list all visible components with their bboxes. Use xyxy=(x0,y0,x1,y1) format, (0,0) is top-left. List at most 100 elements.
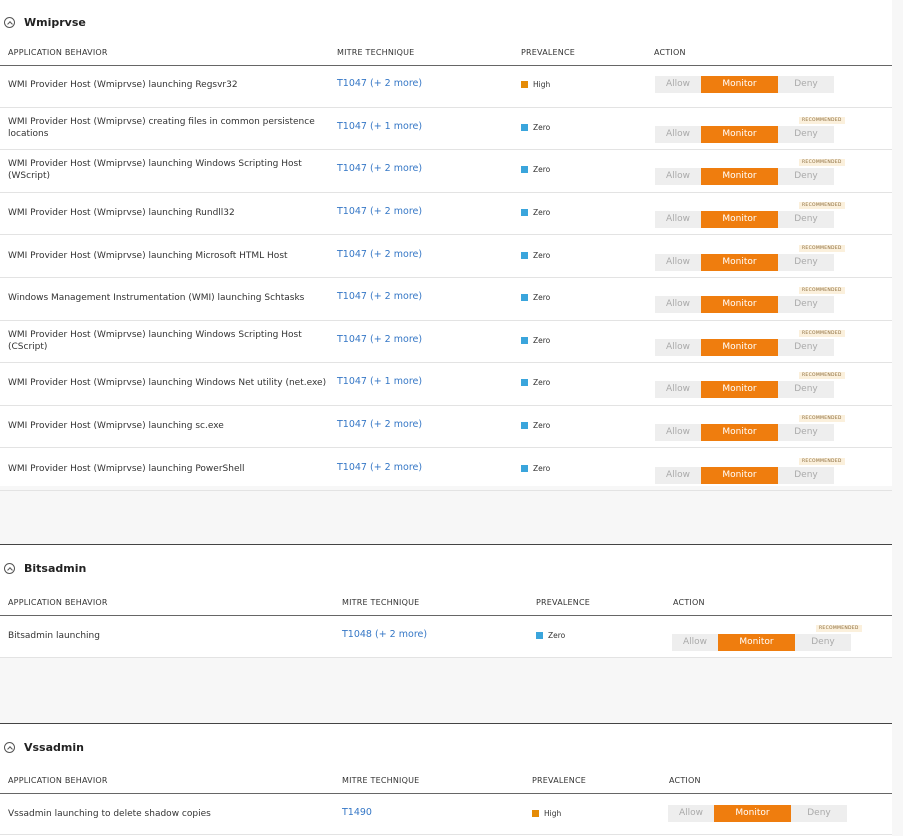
mitre-technique-link[interactable]: T1047 (+ 2 more) xyxy=(337,249,422,260)
action-segmented-control[interactable]: Allow Monitor Deny xyxy=(655,168,834,186)
mitre-technique-link[interactable]: T1048 (+ 2 more) xyxy=(342,629,427,640)
column-header-action[interactable]: ACTION xyxy=(673,598,705,607)
monitor-button[interactable]: Monitor xyxy=(701,76,778,94)
monitor-button[interactable]: Monitor xyxy=(701,125,778,143)
section-title[interactable]: Bitsadmin xyxy=(0,556,86,580)
section-divider xyxy=(0,723,892,724)
table-row: WMI Provider Host (Wmiprvse) launching W… xyxy=(0,320,892,364)
table-header: APPLICATION BEHAVIOR MITRE TECHNIQUE PREVA… xyxy=(0,767,892,794)
action-segmented-control[interactable]: Allow Monitor Deny xyxy=(655,125,834,143)
deny-button[interactable]: Deny xyxy=(795,633,851,651)
prevalence-indicator: High xyxy=(521,80,550,89)
monitor-button[interactable]: Monitor xyxy=(714,805,791,822)
monitor-button[interactable]: Monitor xyxy=(701,338,778,356)
section-title[interactable]: Wmiprvse xyxy=(0,10,86,34)
mitre-technique-link[interactable]: T1047 (+ 2 more) xyxy=(337,206,422,217)
action-segmented-control[interactable]: Allow Monitor Deny xyxy=(655,466,834,484)
behavior-text: Vssadmin launching to delete shadow copi… xyxy=(8,809,211,819)
monitor-button[interactable]: Monitor xyxy=(701,424,778,442)
deny-button[interactable]: Deny xyxy=(778,253,834,271)
allow-button[interactable]: Allow xyxy=(655,296,701,314)
allow-button[interactable]: Allow xyxy=(655,253,701,271)
column-header-action[interactable]: ACTION xyxy=(669,776,701,785)
prevalence-swatch xyxy=(521,422,528,430)
monitor-button[interactable]: Monitor xyxy=(701,466,778,484)
mitre-technique-link[interactable]: T1490 xyxy=(342,807,372,818)
allow-button[interactable]: Allow xyxy=(655,125,701,143)
column-header-behavior[interactable]: APPLICATION BEHAVIOR xyxy=(8,776,108,785)
column-header-behavior[interactable]: APPLICATION BEHAVIOR xyxy=(8,48,108,57)
allow-button[interactable]: Allow xyxy=(655,381,701,399)
action-segmented-control[interactable]: Allow Monitor Deny xyxy=(668,805,847,822)
deny-button[interactable]: Deny xyxy=(778,296,834,314)
deny-button[interactable]: Deny xyxy=(778,424,834,442)
deny-button[interactable]: Deny xyxy=(778,466,834,484)
action-segmented-control[interactable]: Allow Monitor Deny xyxy=(655,424,834,442)
monitor-button[interactable]: Monitor xyxy=(718,633,795,651)
prevalence-indicator: Zero xyxy=(521,378,550,387)
prevalence-swatch xyxy=(521,209,528,217)
recommended-badge: RECOMMENDED xyxy=(799,202,845,210)
column-header-prevalence[interactable]: PREVALENCE xyxy=(536,598,590,607)
allow-button[interactable]: Allow xyxy=(655,424,701,442)
mitre-technique-link[interactable]: T1047 (+ 2 more) xyxy=(337,334,422,345)
mitre-technique-link[interactable]: T1047 (+ 1 more) xyxy=(337,376,422,387)
allow-button[interactable]: Allow xyxy=(655,338,701,356)
column-header-mitre[interactable]: MITRE TECHNIQUE xyxy=(342,598,419,607)
prevalence-label: High xyxy=(533,80,551,90)
table-row: WMI Provider Host (Wmiprvse) launching P… xyxy=(0,447,892,491)
action-segmented-control[interactable]: Allow Monitor Deny xyxy=(655,296,834,314)
prevalence-label: Zero xyxy=(533,250,551,260)
prevalence-indicator: Zero xyxy=(521,123,550,132)
mitre-technique-link[interactable]: T1047 (+ 1 more) xyxy=(337,121,422,132)
allow-button[interactable]: Allow xyxy=(655,466,701,484)
action-segmented-control[interactable]: Allow Monitor Deny xyxy=(655,338,834,356)
section-divider xyxy=(0,544,892,545)
monitor-button[interactable]: Monitor xyxy=(701,381,778,399)
deny-button[interactable]: Deny xyxy=(791,805,847,822)
monitor-button[interactable]: Monitor xyxy=(701,296,778,314)
prevalence-swatch xyxy=(521,294,528,302)
deny-button[interactable]: Deny xyxy=(778,381,834,399)
monitor-button[interactable]: Monitor xyxy=(701,168,778,186)
column-header-mitre[interactable]: MITRE TECHNIQUE xyxy=(337,48,414,57)
allow-button[interactable]: Allow xyxy=(655,211,701,229)
mitre-technique-link[interactable]: T1047 (+ 2 more) xyxy=(337,163,422,174)
action-segmented-control[interactable]: Allow Monitor Deny xyxy=(655,253,834,271)
allow-button[interactable]: Allow xyxy=(672,633,718,651)
allow-button[interactable]: Allow xyxy=(655,168,701,186)
table-row: WMI Provider Host (Wmiprvse) launching M… xyxy=(0,234,892,278)
chevron-up-icon[interactable] xyxy=(4,562,15,574)
allow-button[interactable]: Allow xyxy=(668,805,714,822)
chevron-up-icon[interactable] xyxy=(4,741,15,753)
section-title[interactable]: Vssadmin xyxy=(0,735,84,759)
column-header-action[interactable]: ACTION xyxy=(654,48,686,57)
column-header-prevalence[interactable]: PREVALENCE xyxy=(521,48,575,57)
prevalence-swatch xyxy=(521,166,528,174)
action-segmented-control[interactable]: Allow Monitor Deny xyxy=(655,76,834,94)
action-segmented-control[interactable]: Allow Monitor Deny xyxy=(672,633,851,651)
deny-button[interactable]: Deny xyxy=(778,125,834,143)
monitor-button[interactable]: Monitor xyxy=(701,253,778,271)
mitre-technique-link[interactable]: T1047 (+ 2 more) xyxy=(337,462,422,473)
mitre-technique-link[interactable]: T1047 (+ 2 more) xyxy=(337,291,422,302)
column-header-prevalence[interactable]: PREVALENCE xyxy=(532,776,586,785)
mitre-technique-link[interactable]: T1047 (+ 2 more) xyxy=(337,419,422,430)
column-header-behavior[interactable]: APPLICATION BEHAVIOR xyxy=(8,598,108,607)
action-segmented-control[interactable]: Allow Monitor Deny xyxy=(655,211,834,229)
deny-button[interactable]: Deny xyxy=(778,211,834,229)
allow-button[interactable]: Allow xyxy=(655,76,701,94)
section-title-text: Bitsadmin xyxy=(24,561,87,575)
prevalence-swatch xyxy=(536,631,543,639)
column-header-mitre[interactable]: MITRE TECHNIQUE xyxy=(342,776,419,785)
monitor-button[interactable]: Monitor xyxy=(701,211,778,229)
deny-button[interactable]: Deny xyxy=(778,76,834,94)
mitre-technique-link[interactable]: T1047 (+ 2 more) xyxy=(337,78,422,89)
deny-button[interactable]: Deny xyxy=(778,338,834,356)
chevron-up-icon[interactable] xyxy=(4,16,15,28)
prevalence-label: Zero xyxy=(533,463,551,473)
action-segmented-control[interactable]: Allow Monitor Deny xyxy=(655,381,834,399)
recommended-badge: RECOMMENDED xyxy=(816,624,862,632)
deny-button[interactable]: Deny xyxy=(778,168,834,186)
prevalence-label: Zero xyxy=(548,630,566,640)
